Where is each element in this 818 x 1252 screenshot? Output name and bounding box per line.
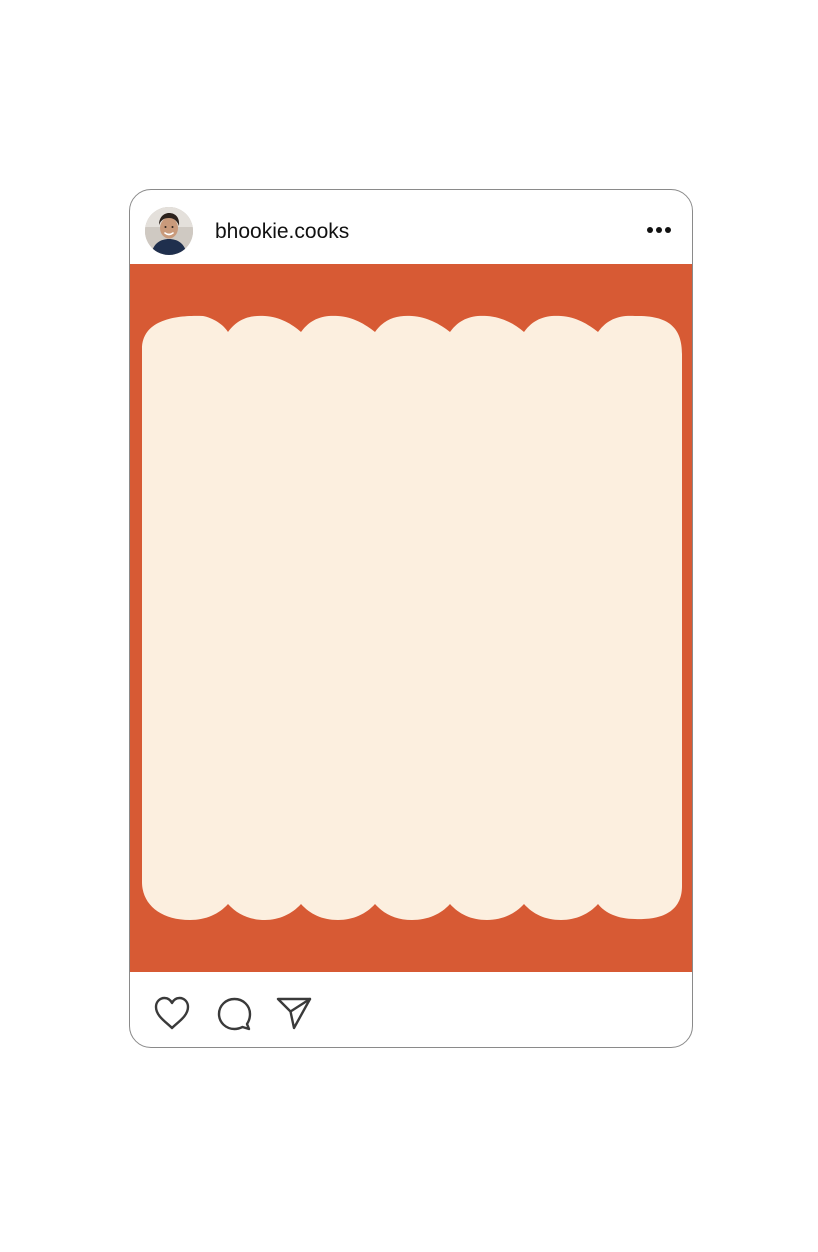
share-button[interactable] [274,994,314,1034]
username[interactable]: bhookie.cooks [215,220,349,244]
comment-button[interactable] [214,994,254,1034]
more-options-button[interactable] [644,218,674,242]
send-icon [276,997,312,1030]
post-header: bhookie.cooks [130,190,692,264]
more-horizontal-icon [647,227,671,233]
post-card: bhookie.cooks [129,189,693,1048]
profile-photo-icon [145,207,193,255]
scalloped-panel [142,315,682,920]
comment-icon [217,997,252,1031]
post-image[interactable] [130,264,692,972]
avatar[interactable] [145,207,193,255]
heart-icon [154,996,190,1030]
action-bar [130,972,692,1047]
scalloped-panel-graphic [130,264,692,972]
like-button[interactable] [152,994,192,1034]
